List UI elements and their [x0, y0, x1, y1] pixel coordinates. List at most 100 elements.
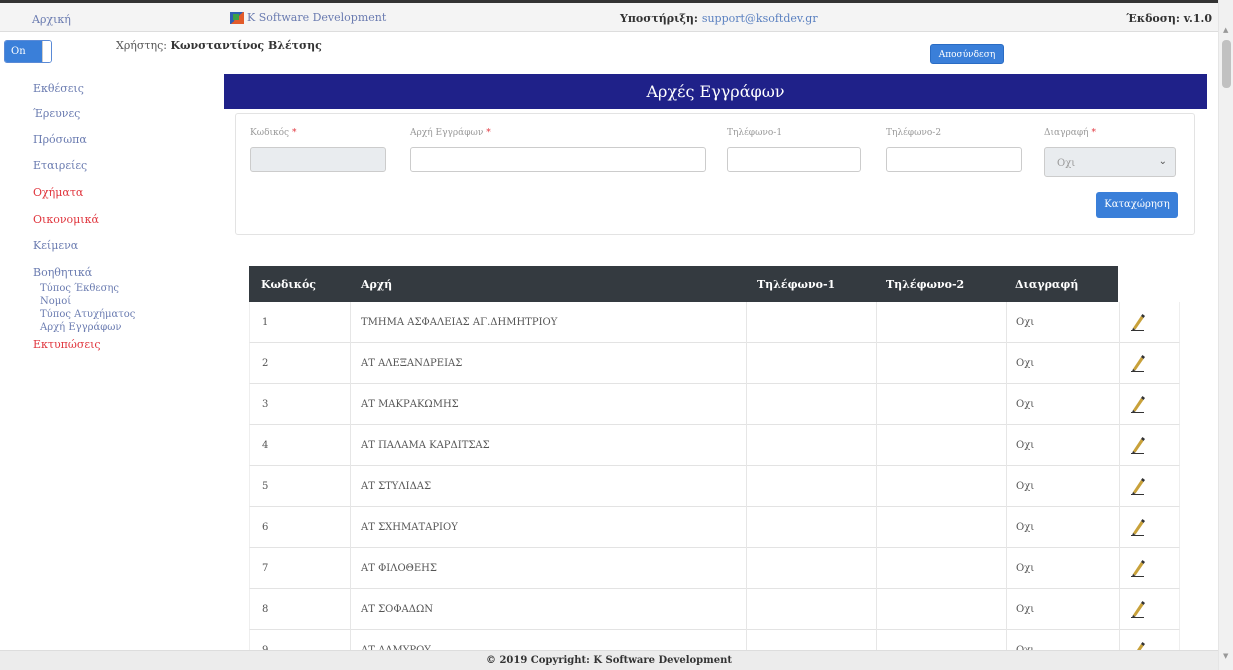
cell-code: 7 — [262, 563, 269, 574]
table-row[interactable]: 5 ΑΤ ΣΤΥΛΙΔΑΣ Οχι — [249, 466, 1180, 507]
column-divider — [350, 548, 351, 589]
sidebar-item-vehicles[interactable]: Οχήματα — [33, 186, 83, 199]
cell-authority: ΑΤ ΣΟΦΑΔΩΝ — [361, 604, 434, 615]
edit-pencil-icon[interactable] — [1130, 518, 1146, 536]
column-divider — [350, 425, 351, 466]
cell-deleted: Οχι — [1016, 399, 1035, 410]
brand[interactable]: K Software Development — [230, 11, 386, 24]
sidebar-item-financial[interactable]: Οικονομικά — [33, 213, 99, 226]
code-field — [250, 147, 386, 172]
column-divider — [350, 384, 351, 425]
scrollbar-thumb[interactable] — [1222, 40, 1231, 88]
edit-pencil-icon[interactable] — [1130, 436, 1146, 454]
sidebar-subitem-report-type[interactable]: Τύπος Έκθεσης — [40, 283, 119, 294]
column-header-phone2[interactable]: Τηλέφωνο-2 — [886, 278, 964, 291]
table-row[interactable]: 4 ΑΤ ΠΑΛΑΜΑ ΚΑΡΔΙΤΣΑΣ Οχι — [249, 425, 1180, 466]
edit-pencil-icon[interactable] — [1130, 559, 1146, 577]
column-divider — [1119, 343, 1120, 384]
sidebar-subitem-prefectures[interactable]: Νομοί — [40, 296, 71, 307]
column-divider — [876, 425, 877, 466]
column-divider — [350, 507, 351, 548]
logout-button[interactable]: Αποσύνδεση — [930, 44, 1004, 64]
column-divider — [1006, 507, 1007, 548]
column-divider — [350, 466, 351, 507]
support-email-link[interactable]: support@ksoftdev.gr — [702, 12, 818, 25]
table-row[interactable]: 3 ΑΤ ΜΑΚΡΑΚΩΜΗΣ Οχι — [249, 384, 1180, 425]
submit-button[interactable]: Καταχώρηση — [1096, 192, 1178, 218]
sidebar-subitem-accident-type[interactable]: Τύπος Ατυχήματος — [40, 309, 135, 320]
user-label: Χρήστης: — [116, 39, 167, 52]
authority-input[interactable] — [410, 147, 706, 172]
cell-deleted: Οχι — [1016, 358, 1035, 369]
edit-pencil-icon[interactable] — [1130, 354, 1146, 372]
brand-name: K Software Development — [247, 11, 387, 24]
column-divider — [746, 548, 747, 589]
top-bar: Αρχική K Software Development Υποστήριξη… — [0, 0, 1218, 32]
table-row[interactable]: 1 ΤΜΗΜΑ ΑΣΦΑΛΕΙΑΣ ΑΓ.ΔΗΜΗΤΡΙΟΥ Οχι — [249, 302, 1180, 343]
edit-pencil-icon[interactable] — [1130, 477, 1146, 495]
phone1-input[interactable] — [727, 147, 861, 172]
column-divider — [1119, 466, 1120, 507]
column-divider — [746, 507, 747, 548]
sidebar-item-persons[interactable]: Πρόσωπα — [33, 133, 87, 146]
chevron-down-icon: ⌄ — [1158, 156, 1167, 167]
column-divider — [1006, 466, 1007, 507]
edit-pencil-icon[interactable] — [1130, 313, 1146, 331]
sidebar-toggle[interactable]: On — [4, 40, 52, 63]
column-divider — [1119, 589, 1120, 630]
column-divider — [746, 589, 747, 630]
column-header-code[interactable]: Κωδικός — [261, 278, 316, 291]
delete-select[interactable]: Οχι ⌄ — [1044, 147, 1176, 177]
column-divider — [746, 425, 747, 466]
phone2-input[interactable] — [886, 147, 1022, 172]
column-divider — [876, 302, 877, 343]
support-label: Υποστήριξη: — [620, 12, 698, 25]
sidebar-item-companies[interactable]: Εταιρείες — [33, 159, 87, 172]
edit-pencil-icon[interactable] — [1130, 600, 1146, 618]
sidebar-item-printouts[interactable]: Εκτυπώσεις — [33, 338, 101, 351]
column-divider — [1006, 425, 1007, 466]
vertical-scrollbar[interactable]: ▲ ▼ — [1218, 0, 1233, 670]
column-divider — [876, 507, 877, 548]
column-divider — [746, 343, 747, 384]
sidebar-subitem-document-authority[interactable]: Αρχή Εγγράφων — [40, 322, 121, 333]
scroll-down-icon[interactable]: ▼ — [1223, 652, 1228, 660]
sidebar-item-investigations[interactable]: Έρευνες — [33, 107, 80, 120]
toggle-handle — [42, 41, 51, 62]
current-user: Χρήστης: Κωνσταντίνος Βλέτσης — [116, 39, 322, 52]
column-divider — [1006, 589, 1007, 630]
cell-authority: ΑΤ ΣΤΥΛΙΔΑΣ — [361, 481, 432, 492]
table-row[interactable]: 2 ΑΤ ΑΛΕΞΑΝΔΡΕΙΑΣ Οχι — [249, 343, 1180, 384]
code-label: Κωδικός * — [250, 128, 297, 138]
column-divider — [1006, 302, 1007, 343]
table-row[interactable]: 7 ΑΤ ΦΙΛΟΘΕΗΣ Οχι — [249, 548, 1180, 589]
authority-form: Κωδικός * Αρχή Εγγράφων * Τηλέφωνο-1 Τηλ… — [235, 113, 1195, 235]
cell-code: 4 — [262, 440, 269, 451]
cell-authority: ΑΤ ΦΙΛΟΘΕΗΣ — [361, 563, 437, 574]
column-divider — [350, 589, 351, 630]
cell-authority: ΑΤ ΣΧΗΜΑΤΑΡΙΟΥ — [361, 522, 458, 533]
phone2-label: Τηλέφωνο-2 — [886, 128, 942, 138]
column-header-phone1[interactable]: Τηλέφωνο-1 — [757, 278, 835, 291]
sidebar-item-auxiliary[interactable]: Βοηθητικά — [33, 266, 92, 279]
column-header-authority[interactable]: Αρχή — [361, 278, 392, 291]
home-link[interactable]: Αρχική — [32, 13, 71, 26]
phone1-label: Τηλέφωνο-1 — [727, 128, 783, 138]
scroll-up-icon[interactable]: ▲ — [1223, 26, 1228, 34]
column-divider — [350, 302, 351, 343]
cell-deleted: Οχι — [1016, 317, 1035, 328]
column-divider — [1119, 425, 1120, 466]
table-row[interactable]: 6 ΑΤ ΣΧΗΜΑΤΑΡΙΟΥ Οχι — [249, 507, 1180, 548]
column-header-deleted[interactable]: Διαγραφή — [1015, 278, 1078, 291]
footer-copyright: © 2019 Copyright: K Software Development — [0, 650, 1218, 670]
cell-deleted: Οχι — [1016, 563, 1035, 574]
column-divider — [1006, 343, 1007, 384]
sidebar-item-texts[interactable]: Κείμενα — [33, 239, 78, 252]
cell-code: 2 — [262, 358, 269, 369]
edit-pencil-icon[interactable] — [1130, 395, 1146, 413]
table-row[interactable]: 8 ΑΤ ΣΟΦΑΔΩΝ Οχι — [249, 589, 1180, 630]
column-divider — [1119, 302, 1120, 343]
sidebar-item-reports[interactable]: Εκθέσεις — [33, 82, 84, 95]
company-logo-icon — [230, 11, 244, 24]
cell-code: 5 — [262, 481, 269, 492]
